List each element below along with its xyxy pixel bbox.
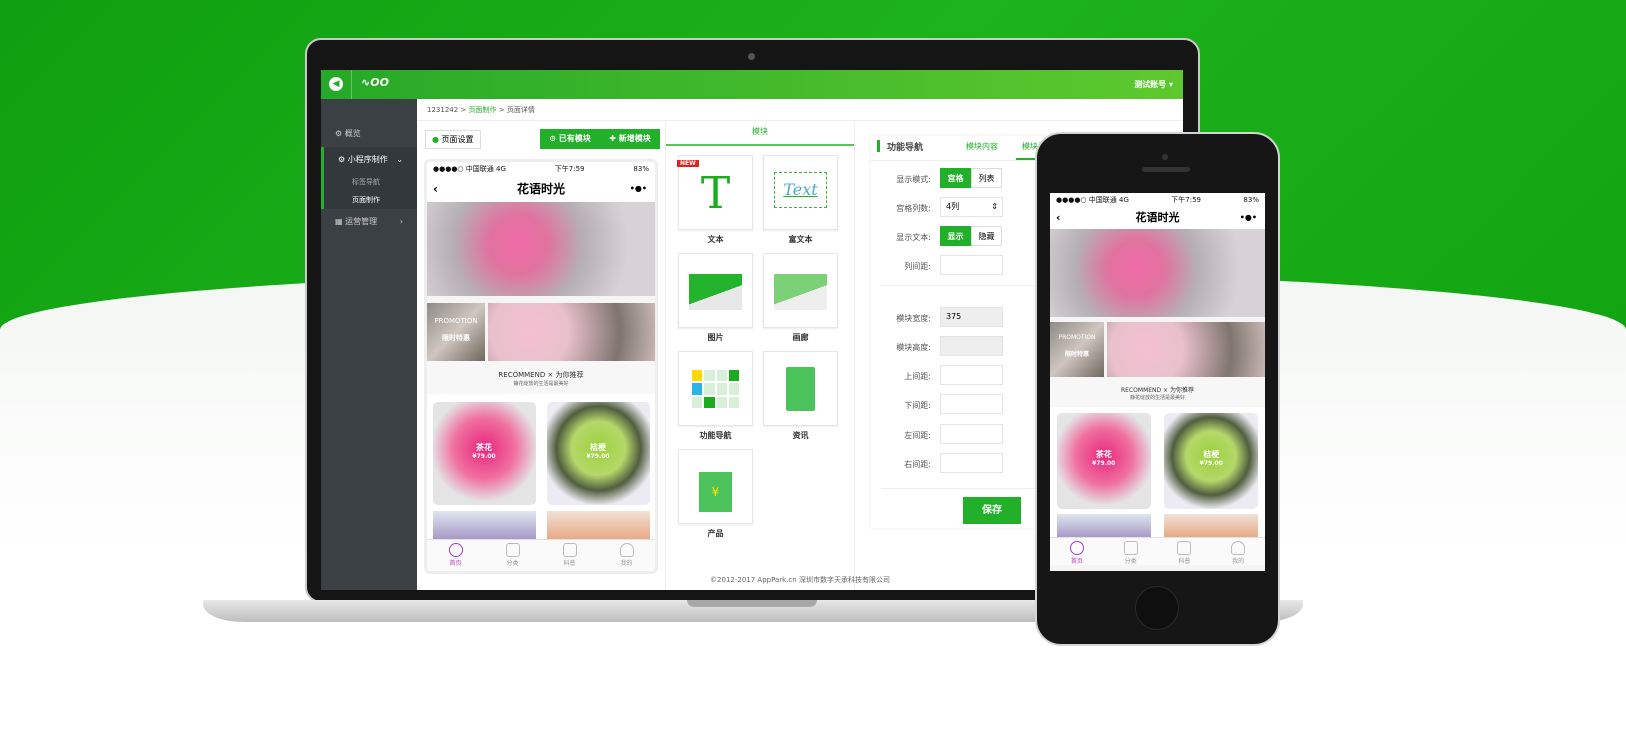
right-margin-input[interactable] <box>940 453 1003 473</box>
gallery-icon <box>774 274 827 310</box>
tab-home[interactable]: 首页 <box>1050 538 1104 565</box>
user-menu[interactable]: 测试账号 ▾ <box>1134 79 1173 90</box>
more-icon[interactable]: •●• <box>1240 207 1257 229</box>
module-width-input[interactable]: 375 <box>940 307 1003 327</box>
richtext-icon: Text <box>774 172 827 208</box>
left-margin-input[interactable] <box>940 424 1003 444</box>
settings-title: 功能导航 <box>887 143 924 153</box>
column-gap-input[interactable] <box>940 255 1003 275</box>
phone-screen: ●●●●○ 中国联通 4G 下午7:59 83% ‹ 花语时光 •●• PROMOTIO… <box>1050 193 1265 571</box>
product-card[interactable]: 茶花 ¥79.00 <box>432 402 536 505</box>
top-bar: ◀ ∿OO 测试账号 ▾ <box>321 70 1183 99</box>
product-card[interactable] <box>546 511 650 539</box>
banner-image[interactable] <box>1050 229 1265 317</box>
module-image[interactable] <box>678 253 753 328</box>
recommend-header: RECOMMEND × 为你推荐 静花绽放的生活是最美好 <box>1050 377 1265 407</box>
status-bar: ●●●●○ 中国联通 4G 下午7:59 83% <box>427 162 655 176</box>
page-settings-button[interactable]: ● 页面设置 <box>425 130 481 149</box>
promo-image[interactable]: PROMOTION 限时特惠 <box>427 303 485 361</box>
phone-title-bar: ‹ 花语时光 •●• <box>1050 207 1265 229</box>
recommend-header: RECOMMEND × 为你推荐 静花绽放的生活是最美好 <box>427 361 655 394</box>
module-product[interactable]: ¥ <box>678 449 753 524</box>
promo-image-large[interactable] <box>1107 322 1265 377</box>
flower-icon <box>1069 541 1084 555</box>
tab-modules[interactable]: 模块 <box>666 121 854 146</box>
sidebar-sub-tabnav[interactable]: 标签导航 <box>324 173 417 191</box>
sidebar-item-operations[interactable]: ▦ 运营管理 › <box>321 209 417 235</box>
grid-nav-icon <box>692 370 739 408</box>
back-chevron-icon[interactable]: ‹ <box>1056 207 1061 229</box>
product-card[interactable] <box>1056 514 1151 537</box>
phone-camera <box>1162 154 1168 160</box>
user-icon <box>1231 541 1246 555</box>
product-card[interactable]: 茶花 ¥79.00 <box>1056 413 1151 509</box>
back-chevron-icon[interactable]: ‹ <box>433 176 438 202</box>
existing-modules-button[interactable]: ⊙ 已有模块 <box>549 129 591 149</box>
show-text-toggle: 显示 隐藏 <box>940 226 1002 246</box>
grid-icon <box>505 543 520 557</box>
tab-science[interactable]: 科普 <box>541 540 598 571</box>
tab-category[interactable]: 分类 <box>1104 538 1158 565</box>
tab-module-content[interactable]: 模块内容 <box>966 141 998 152</box>
sidebar: ⚙ 概览 ⚙ 小程序制作 ⌄ 标签导航 页面制作 ▦ 运营管理 › <box>321 99 417 590</box>
document-icon <box>1177 541 1192 555</box>
grid-icon <box>1123 541 1138 555</box>
tab-science[interactable]: 科普 <box>1158 538 1212 565</box>
top-margin-input[interactable] <box>940 365 1003 385</box>
module-text[interactable]: NEW T <box>677 155 753 230</box>
module-news[interactable] <box>763 351 838 426</box>
display-mode-toggle: 宫格 列表 <box>940 168 1002 188</box>
module-function-nav[interactable] <box>678 351 753 426</box>
product-card[interactable]: 桔梗 ¥79.00 <box>1164 413 1259 509</box>
module-height-input[interactable] <box>940 336 1003 356</box>
phone-tab-bar: 首页 分类 科普 我的 <box>1050 537 1265 565</box>
promo-image[interactable]: PROMOTION 限时特惠 <box>1050 322 1104 377</box>
modules-panel: 模块 NEW T Text 文本 富文本 图片 画廊 功能导航 资讯 ¥ 产品 <box>665 121 855 590</box>
save-button[interactable]: 保存 <box>963 497 1021 524</box>
document-icon <box>562 543 577 557</box>
phone-speaker <box>1142 167 1190 172</box>
shopping-bag-icon: ¥ <box>699 472 732 512</box>
flower-icon <box>448 543 463 557</box>
preview-title-bar: ‹ 花语时光 •●• <box>427 176 655 202</box>
back-icon[interactable]: ◀ <box>329 77 343 91</box>
logo: ∿OO <box>361 76 389 89</box>
laptop-notch <box>687 600 817 607</box>
tab-home[interactable]: 首页 <box>427 540 484 571</box>
status-bar: ●●●●○ 中国联通 4G 下午7:59 83% <box>1050 193 1265 207</box>
phone-preview: ●●●●○ 中国联通 4G 下午7:59 83% ‹ 花语时光 •●• PROMOTIO… <box>424 159 658 574</box>
product-card[interactable] <box>432 511 536 539</box>
product-card[interactable]: 桔梗 ¥79.00 <box>546 402 650 505</box>
chevron-right-icon: › <box>399 217 403 226</box>
news-icon <box>786 367 815 411</box>
more-icon[interactable]: •●• <box>630 176 647 202</box>
select-arrows-icon: ⇕ <box>991 202 998 211</box>
text-icon: T <box>700 168 731 219</box>
preview-tab-bar: 首页 分类 科普 我的 <box>427 539 655 571</box>
module-gallery[interactable] <box>763 253 838 328</box>
banner-image[interactable] <box>427 202 655 296</box>
chevron-down-icon: ⌄ <box>396 155 403 164</box>
sidebar-sub-pages[interactable]: 页面制作 <box>324 191 417 209</box>
add-module-button[interactable]: ✚ 新增模块 <box>609 129 651 149</box>
sidebar-item-miniapp[interactable]: ⚙ 小程序制作 ⌄ <box>324 147 417 173</box>
image-icon <box>689 274 742 310</box>
module-richtext[interactable]: Text <box>763 155 838 230</box>
bottom-margin-input[interactable] <box>940 394 1003 414</box>
promo-image-large[interactable] <box>488 303 655 361</box>
sidebar-item-overview[interactable]: ⚙ 概览 <box>321 121 417 147</box>
tab-mine[interactable]: 我的 <box>598 540 655 571</box>
breadcrumb: 1231242 > 页面制作 > 页面详情 <box>427 106 535 114</box>
module-toolbar: ⊙ 已有模块 ✚ 新增模块 <box>540 129 660 149</box>
tab-mine[interactable]: 我的 <box>1211 538 1265 565</box>
columns-select[interactable]: 4列 ⇕ <box>940 197 1003 217</box>
laptop-camera <box>748 53 755 60</box>
home-button[interactable] <box>1135 586 1179 630</box>
tab-category[interactable]: 分类 <box>484 540 541 571</box>
product-card[interactable] <box>1164 514 1259 537</box>
user-icon <box>619 543 634 557</box>
